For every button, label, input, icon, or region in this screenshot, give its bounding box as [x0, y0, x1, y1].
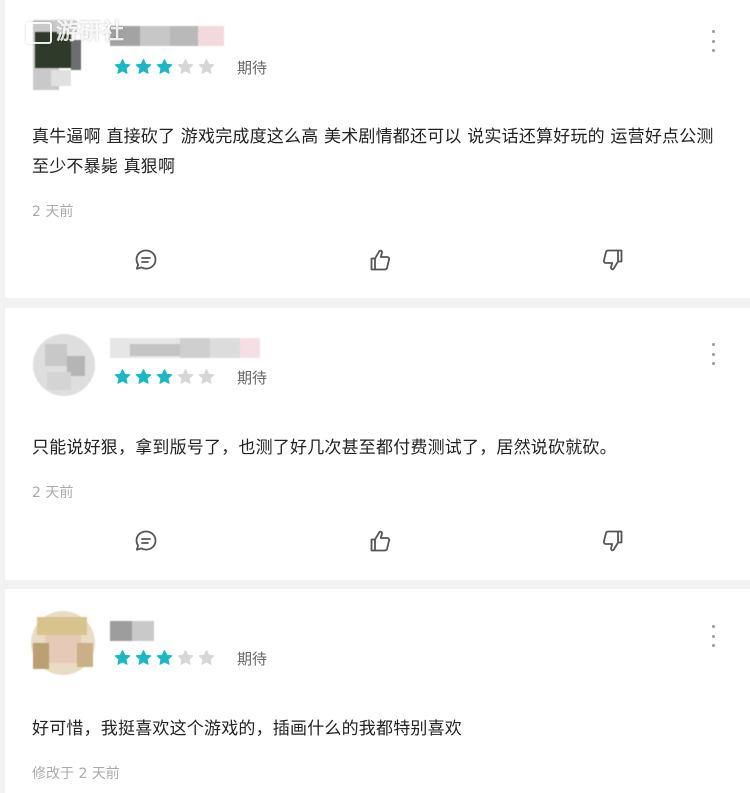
star-empty-icon: [197, 368, 216, 386]
watermark-text: 游研社: [56, 20, 126, 45]
comment-icon[interactable]: [132, 246, 162, 276]
review-card-3: 期待 好可惜，我挺喜欢这个游戏的，插画什么的我都特别喜欢 修改于 2 天前: [5, 589, 750, 793]
username-blurred[interactable]: [110, 338, 260, 358]
rating-stars: [113, 368, 216, 386]
review-content: 真牛逼啊 直接砍了 游戏完成度这么高 美术剧情都还可以 说实话还算好玩的 运营好…: [32, 127, 714, 177]
rating-label: 期待: [237, 369, 268, 387]
thumbs-down-icon[interactable]: [599, 246, 629, 276]
rating-label: 期待: [237, 650, 268, 668]
avatar[interactable]: [27, 607, 99, 677]
review-content: 只能说好狠，拿到版号了，也测了好几次甚至都付费测试了，居然说砍就砍。: [32, 438, 617, 458]
star-filled-icon: [155, 368, 174, 386]
thumbs-up-icon[interactable]: [366, 246, 396, 276]
rating-stars: [113, 58, 216, 76]
star-filled-icon: [155, 58, 174, 76]
star-filled-icon: [113, 58, 132, 76]
username-blurred[interactable]: [110, 621, 154, 641]
star-filled-icon: [134, 58, 153, 76]
username-blurred[interactable]: [110, 26, 230, 46]
review-card-2: 期待 只能说好狠，拿到版号了，也测了好几次甚至都付费测试了，居然说砍就砍。 2 …: [5, 308, 750, 580]
more-vertical-icon[interactable]: [710, 30, 716, 52]
star-filled-icon: [134, 368, 153, 386]
star-filled-icon: [113, 649, 132, 667]
star-empty-icon: [197, 649, 216, 667]
watermark-logo-icon: [26, 22, 52, 44]
review-time: 2 天前: [32, 204, 74, 220]
star-empty-icon: [176, 649, 195, 667]
thumbs-down-icon[interactable]: [599, 527, 629, 557]
star-empty-icon: [197, 58, 216, 76]
star-empty-icon: [176, 368, 195, 386]
avatar[interactable]: [27, 328, 99, 398]
comment-icon[interactable]: [132, 527, 162, 557]
more-vertical-icon[interactable]: [710, 625, 716, 647]
star-empty-icon: [176, 58, 195, 76]
review-content: 好可惜，我挺喜欢这个游戏的，插画什么的我都特别喜欢: [32, 719, 462, 739]
rating-label: 期待: [237, 59, 268, 77]
watermark-logo: 游研社: [26, 14, 125, 46]
star-filled-icon: [113, 368, 132, 386]
more-vertical-icon[interactable]: [710, 343, 716, 365]
thumbs-up-icon[interactable]: [366, 527, 396, 557]
review-time: 修改于 2 天前: [32, 766, 120, 782]
star-filled-icon: [155, 649, 174, 667]
rating-stars: [113, 649, 216, 667]
star-filled-icon: [134, 649, 153, 667]
review-time: 2 天前: [32, 485, 74, 501]
